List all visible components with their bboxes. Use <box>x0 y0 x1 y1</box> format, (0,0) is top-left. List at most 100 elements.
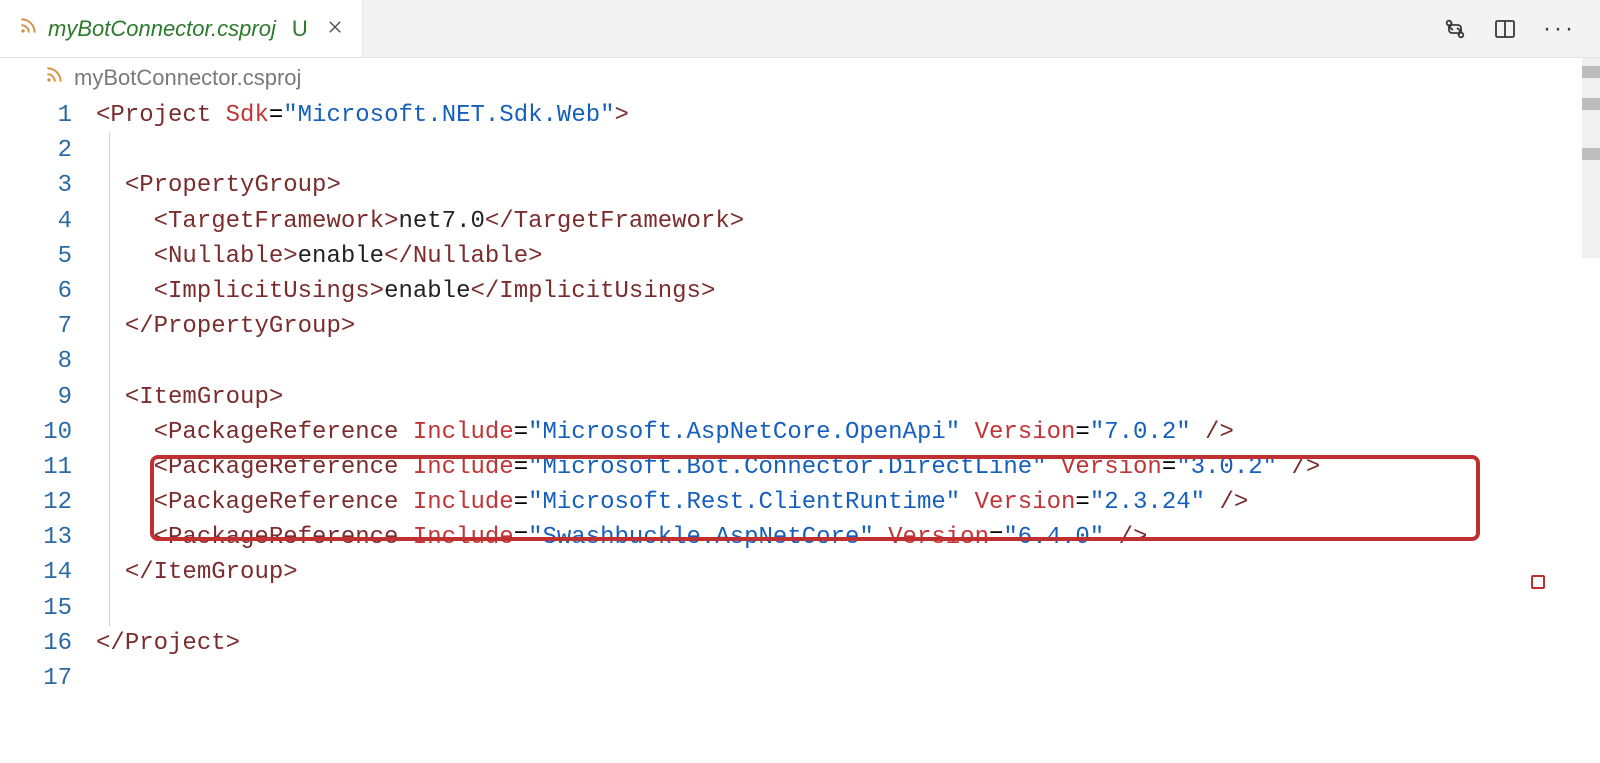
line-number: 17 <box>0 661 72 696</box>
token-attr: Include <box>413 489 514 516</box>
token-punct: < <box>96 102 110 129</box>
minimap-mark <box>1582 148 1600 160</box>
breadcrumb-filename: myBotConnector.csproj <box>74 65 301 91</box>
token-punct: </ <box>470 278 499 305</box>
token-text <box>211 102 225 129</box>
token-eq: = <box>269 102 283 129</box>
line-number: 12 <box>0 485 72 520</box>
file-type-icon <box>44 65 64 91</box>
code-line[interactable]: <ImplicitUsings>enable</ImplicitUsings> <box>96 274 1600 309</box>
code-line[interactable] <box>96 591 1600 626</box>
token-attr: Include <box>413 454 514 481</box>
token-text <box>398 489 412 516</box>
token-string: "3.0.2" <box>1176 454 1277 481</box>
token-punct: /> <box>1205 419 1234 446</box>
code-line[interactable]: </PropertyGroup> <box>96 309 1600 344</box>
token-eq: = <box>514 419 528 446</box>
token-punct: </ <box>485 208 514 235</box>
token-punct: < <box>154 524 168 551</box>
token-eq: = <box>1075 489 1089 516</box>
token-punct: < <box>125 384 139 411</box>
code-line[interactable]: <PackageReference Include="Microsoft.Res… <box>96 485 1600 520</box>
code-line[interactable]: <PackageReference Include="Swashbuckle.A… <box>96 520 1600 555</box>
token-eq: = <box>514 489 528 516</box>
token-punct: </ <box>384 243 413 270</box>
code-line[interactable]: </ItemGroup> <box>96 555 1600 590</box>
token-punct: > <box>370 278 384 305</box>
token-string: "Microsoft.Bot.Connector.DirectLine" <box>528 454 1046 481</box>
code-line[interactable]: <PackageReference Include="Microsoft.Asp… <box>96 415 1600 450</box>
code-line[interactable]: <Nullable>enable</Nullable> <box>96 239 1600 274</box>
tab-modified-badge: U <box>292 16 308 42</box>
token-attr: Version <box>975 419 1076 446</box>
code-content[interactable]: <Project Sdk="Microsoft.NET.Sdk.Web"> <P… <box>96 98 1600 763</box>
token-attr: Sdk <box>226 102 269 129</box>
token-text <box>398 419 412 446</box>
minimap[interactable] <box>1582 58 1600 258</box>
token-tag: ItemGroup <box>154 559 284 586</box>
minimap-mark <box>1582 98 1600 110</box>
tab-bar: myBotConnector.csproj U ··· <box>0 0 1600 58</box>
code-line[interactable]: <Project Sdk="Microsoft.NET.Sdk.Web"> <box>96 98 1600 133</box>
compare-changes-icon[interactable] <box>1443 17 1467 41</box>
code-line[interactable]: <ItemGroup> <box>96 380 1600 415</box>
token-text <box>1047 454 1061 481</box>
token-text <box>1205 489 1219 516</box>
file-type-icon <box>18 16 38 42</box>
token-eq: = <box>1075 419 1089 446</box>
split-editor-icon[interactable] <box>1493 17 1517 41</box>
code-line[interactable] <box>96 661 1600 696</box>
token-punct: > <box>615 102 629 129</box>
line-number: 1 <box>0 98 72 133</box>
line-number: 7 <box>0 309 72 344</box>
token-text: net7.0 <box>398 208 484 235</box>
tab-close-button[interactable] <box>326 16 344 42</box>
token-punct: > <box>226 630 240 657</box>
token-tag: PackageReference <box>168 454 398 481</box>
token-tag: PackageReference <box>168 419 398 446</box>
token-punct: < <box>154 278 168 305</box>
token-punct: </ <box>125 559 154 586</box>
token-punct: < <box>154 243 168 270</box>
token-punct: < <box>154 454 168 481</box>
token-attr: Include <box>413 524 514 551</box>
token-punct: /> <box>1219 489 1248 516</box>
code-line[interactable]: <PropertyGroup> <box>96 168 1600 203</box>
token-punct: </ <box>96 630 125 657</box>
token-punct: /> <box>1119 524 1148 551</box>
code-line[interactable]: <PackageReference Include="Microsoft.Bot… <box>96 450 1600 485</box>
token-tag: ImplicitUsings <box>499 278 701 305</box>
token-string: "6.4.0" <box>1003 524 1104 551</box>
line-number: 10 <box>0 415 72 450</box>
code-editor[interactable]: 1234567891011121314151617 <Project Sdk="… <box>0 98 1600 763</box>
token-tag: ItemGroup <box>139 384 269 411</box>
line-number: 16 <box>0 626 72 661</box>
token-punct: </ <box>125 313 154 340</box>
token-punct: > <box>341 313 355 340</box>
line-number: 3 <box>0 168 72 203</box>
minimap-mark <box>1582 66 1600 78</box>
code-line[interactable]: </Project> <box>96 626 1600 661</box>
breadcrumb[interactable]: myBotConnector.csproj <box>0 58 1600 98</box>
annotation-marker-icon <box>1531 575 1545 589</box>
token-attr: Version <box>888 524 989 551</box>
code-line[interactable] <box>96 133 1600 168</box>
token-text <box>1104 524 1118 551</box>
line-number: 4 <box>0 204 72 239</box>
token-punct: < <box>154 419 168 446</box>
code-line[interactable]: <TargetFramework>net7.0</TargetFramework… <box>96 204 1600 239</box>
token-text <box>398 454 412 481</box>
token-tag: Project <box>125 630 226 657</box>
token-text: enable <box>298 243 384 270</box>
token-punct: < <box>154 208 168 235</box>
code-line[interactable] <box>96 344 1600 379</box>
token-text <box>398 524 412 551</box>
token-punct: > <box>384 208 398 235</box>
token-string: "Microsoft.Rest.ClientRuntime" <box>528 489 960 516</box>
editor-tab[interactable]: myBotConnector.csproj U <box>0 0 363 57</box>
token-tag: PropertyGroup <box>139 172 326 199</box>
token-eq: = <box>514 454 528 481</box>
token-tag: ImplicitUsings <box>168 278 370 305</box>
more-actions-icon[interactable]: ··· <box>1543 15 1576 43</box>
token-tag: PropertyGroup <box>154 313 341 340</box>
